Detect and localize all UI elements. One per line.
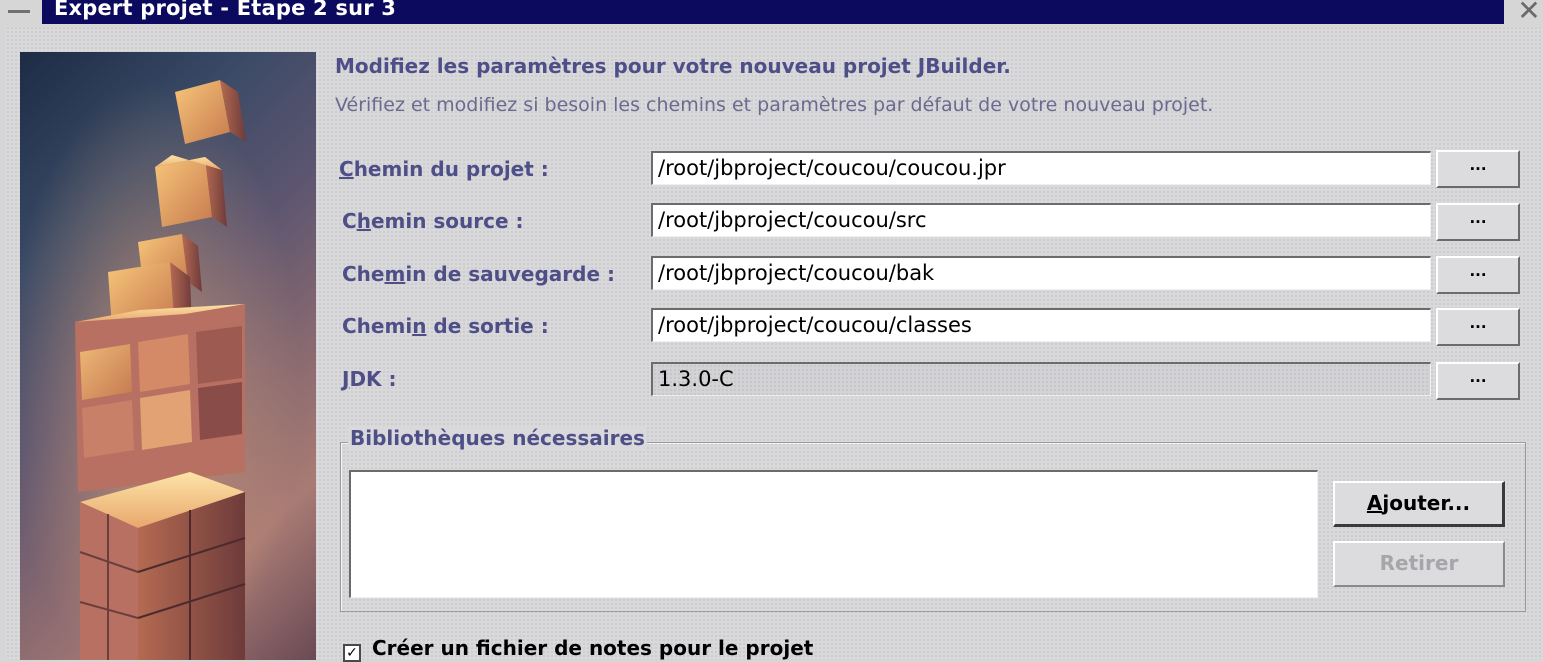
backup-path-browse-button[interactable]: ... <box>1436 256 1520 294</box>
close-icon[interactable]: ✕ <box>1514 0 1543 26</box>
intro-description: Vérifiez et modifiez si besoin les chemi… <box>335 94 1214 116</box>
libraries-list[interactable] <box>349 470 1318 598</box>
project-path-input[interactable]: /root/jbproject/coucou/coucou.jpr <box>651 151 1431 185</box>
intro-title: Modifiez les paramètres pour votre nouve… <box>335 54 1011 78</box>
output-path-input[interactable]: /root/jbproject/coucou/classes <box>651 308 1431 342</box>
source-path-label: Chemin source : <box>342 209 524 233</box>
title-bar: Expert projet - Etape 2 sur 3 ✕ <box>0 0 1543 26</box>
remove-library-button[interactable]: Retirer <box>1333 541 1505 587</box>
add-library-button[interactable]: Ajouter... <box>1333 481 1505 527</box>
window-title: Expert projet - Etape 2 sur 3 <box>54 0 397 20</box>
wizard-side-image <box>20 52 316 660</box>
output-path-browse-button[interactable]: ... <box>1436 308 1520 346</box>
jdk-value-field: 1.3.0-C <box>651 362 1431 396</box>
create-notes-checkbox[interactable]: ✓ <box>343 644 361 662</box>
backup-path-input[interactable]: /root/jbproject/coucou/bak <box>651 256 1431 290</box>
libraries-legend: Bibliothèques nécessaires <box>348 426 647 450</box>
output-path-label: Chemin de sortie : <box>342 314 549 338</box>
source-path-browse-button[interactable]: ... <box>1436 203 1520 241</box>
window-menu-icon[interactable] <box>8 0 30 13</box>
project-path-browse-button[interactable]: ... <box>1436 150 1520 188</box>
backup-path-label: Chemin de sauvegarde : <box>342 262 615 286</box>
source-path-input[interactable]: /root/jbproject/coucou/src <box>651 203 1431 237</box>
jdk-label: JDK : <box>342 367 397 391</box>
jdk-browse-button[interactable]: ... <box>1436 362 1520 400</box>
create-notes-label: Créer un fichier de notes pour le projet <box>372 636 814 660</box>
project-path-label: Chemin du projet : <box>339 157 549 181</box>
